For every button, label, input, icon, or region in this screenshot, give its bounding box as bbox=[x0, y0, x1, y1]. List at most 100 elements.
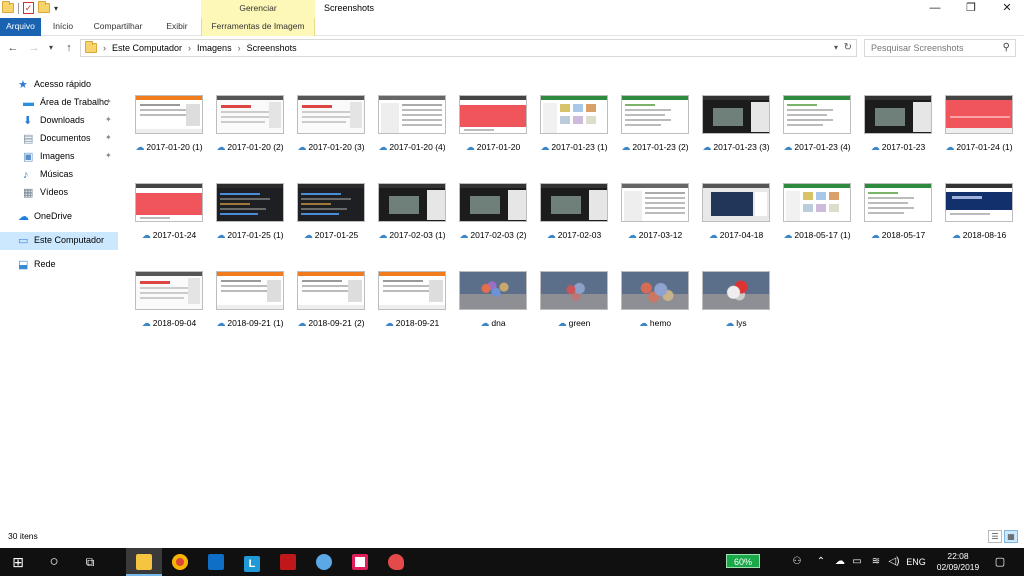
file-thumbnail bbox=[945, 95, 1013, 134]
breadcrumb-este-computador[interactable]: Este Computador bbox=[112, 43, 182, 53]
store-taskbar-button[interactable] bbox=[198, 548, 234, 576]
file-item[interactable]: ☁ 2017-02-03 bbox=[535, 183, 613, 245]
cloud-sync-icon: ☁ bbox=[216, 142, 226, 152]
search-input[interactable]: Pesquisar Screenshots ⚲ bbox=[864, 39, 1016, 57]
file-item[interactable]: ☁ 2017-01-25 bbox=[292, 183, 370, 245]
sidebar-item-label: OneDrive bbox=[34, 211, 73, 221]
file-item[interactable]: ☁ 2018-08-16 bbox=[940, 183, 1018, 245]
battery-indicator[interactable]: 60% bbox=[726, 554, 760, 568]
slack-taskbar-button[interactable] bbox=[342, 548, 378, 576]
store-icon bbox=[208, 554, 224, 570]
cortana-button[interactable]: ○ bbox=[36, 548, 72, 576]
sidebar-item-downloads[interactable]: ⬇ Downloads ✦ bbox=[0, 112, 118, 130]
paint-taskbar-button[interactable] bbox=[378, 548, 414, 576]
file-item[interactable]: ☁ 2017-01-23 bbox=[859, 95, 937, 157]
sidebar-item-onedrive[interactable]: ☁ OneDrive bbox=[0, 208, 118, 226]
file-item[interactable]: ☁ 2017-01-20 bbox=[454, 95, 532, 157]
tab-compartilhar[interactable]: Compartilhar bbox=[86, 18, 150, 36]
file-thumbnail bbox=[702, 271, 770, 310]
file-item[interactable]: ☁ 2018-09-21 (1) bbox=[211, 271, 289, 333]
file-name: ☁ lys bbox=[691, 318, 781, 329]
sidebar-item-label: Acesso rápido bbox=[34, 79, 92, 89]
file-item[interactable]: ☁ green bbox=[535, 271, 613, 333]
close-button[interactable]: ✕ bbox=[990, 0, 1024, 18]
action-center-icon[interactable]: ▢ bbox=[990, 548, 1010, 576]
file-explorer-taskbar-button[interactable] bbox=[126, 548, 162, 576]
cloud-sync-icon: ☁ bbox=[465, 142, 475, 152]
file-item[interactable]: ☁ 2017-03-12 bbox=[616, 183, 694, 245]
up-button[interactable]: ↑ bbox=[62, 39, 76, 57]
file-item[interactable]: ☁ dna bbox=[454, 271, 532, 333]
recent-locations-button[interactable]: ▾ bbox=[44, 39, 58, 57]
chrome-taskbar-button[interactable] bbox=[162, 548, 198, 576]
file-item[interactable]: ☁ 2017-01-20 (1) bbox=[130, 95, 208, 157]
file-name-text: green bbox=[568, 318, 591, 328]
sidebar-item-acesso-rápido[interactable]: ★ Acesso rápido bbox=[0, 76, 118, 94]
wifi-icon[interactable]: ≋ bbox=[868, 548, 884, 576]
file-item[interactable]: ☁ 2018-05-17 bbox=[859, 183, 937, 245]
file-item[interactable]: ☁ 2017-01-23 (4) bbox=[778, 95, 856, 157]
file-name-text: 2018-09-21 (2) bbox=[308, 318, 365, 328]
show-hidden-icons-chevron-icon[interactable]: ⌃ bbox=[814, 548, 828, 576]
sidebar-item-rede[interactable]: ⬓ Rede bbox=[0, 256, 118, 274]
file-item[interactable]: ☁ 2017-01-24 (1) bbox=[940, 95, 1018, 157]
file-thumbnail bbox=[783, 183, 851, 222]
breadcrumb-imagens[interactable]: Imagens bbox=[197, 43, 232, 53]
maximize-button[interactable]: ❐ bbox=[954, 0, 988, 18]
forward-button[interactable]: → bbox=[27, 39, 41, 57]
customize-toolbar-icon[interactable]: ▾ bbox=[54, 4, 58, 13]
language-indicator[interactable]: ENG bbox=[904, 548, 928, 576]
file-item[interactable]: ☁ 2018-05-17 (1) bbox=[778, 183, 856, 245]
file-item[interactable]: ☁ 2018-09-21 (2) bbox=[292, 271, 370, 333]
power-tray-icon[interactable]: ▭ bbox=[850, 548, 864, 576]
file-item[interactable]: ☁ 2017-01-20 (4) bbox=[373, 95, 451, 157]
large-icons-view-button[interactable]: ▦ bbox=[1004, 530, 1018, 543]
refresh-icon[interactable]: ↻ bbox=[844, 40, 852, 56]
file-item[interactable]: ☁ 2017-01-24 bbox=[130, 183, 208, 245]
file-item[interactable]: ☁ 2017-01-23 (1) bbox=[535, 95, 613, 157]
file-item[interactable]: ☁ 2017-02-03 (2) bbox=[454, 183, 532, 245]
onedrive-tray-icon[interactable]: ☁ bbox=[832, 548, 848, 576]
l-app-taskbar-button[interactable]: L bbox=[234, 548, 270, 576]
app-taskbar-button[interactable] bbox=[306, 548, 342, 576]
sidebar-item-imagens[interactable]: ▣ Imagens ✦ bbox=[0, 148, 118, 166]
file-item[interactable]: ☁ 2017-01-23 (3) bbox=[697, 95, 775, 157]
file-item[interactable]: ☁ 2017-01-25 (1) bbox=[211, 183, 289, 245]
properties-icon[interactable]: ✓ bbox=[23, 2, 34, 14]
volume-icon[interactable]: ◁) bbox=[886, 548, 902, 576]
file-item[interactable]: ☁ lys bbox=[697, 271, 775, 333]
sidebar-item-documentos[interactable]: ▤ Documentos ✦ bbox=[0, 130, 118, 148]
sidebar-item-este-computador[interactable]: ▭ Este Computador bbox=[0, 232, 118, 250]
address-bar[interactable]: › Este Computador › Imagens › Screenshot… bbox=[80, 39, 857, 57]
file-item[interactable]: ☁ 2017-04-18 bbox=[697, 183, 775, 245]
clock[interactable]: 22:08 02/09/2019 bbox=[932, 551, 984, 573]
file-item[interactable]: ☁ 2018-09-04 bbox=[130, 271, 208, 333]
back-button[interactable]: ← bbox=[6, 39, 20, 57]
people-icon[interactable]: ⚇ bbox=[788, 548, 806, 576]
file-item[interactable]: ☁ 2017-01-20 (2) bbox=[211, 95, 289, 157]
sidebar-item-área-de-trabalhc[interactable]: ▬ Área de Trabalhc ✦ bbox=[0, 94, 118, 112]
mcafee-taskbar-button[interactable] bbox=[270, 548, 306, 576]
details-view-button[interactable]: ☰ bbox=[988, 530, 1002, 543]
sidebar-item-vídeos[interactable]: ▦ Vídeos bbox=[0, 184, 118, 202]
new-folder-icon[interactable] bbox=[38, 1, 50, 13]
cloud-sync-icon: ☁ bbox=[627, 230, 637, 240]
file-item[interactable]: ☁ hemo bbox=[616, 271, 694, 333]
sidebar-item-músicas[interactable]: ♪ Músicas bbox=[0, 166, 118, 184]
breadcrumb-screenshots[interactable]: Screenshots bbox=[247, 43, 297, 53]
address-history-chevron-icon[interactable]: ▾ bbox=[834, 40, 838, 56]
minimize-button[interactable]: — bbox=[918, 0, 952, 18]
tab-inicio[interactable]: Início bbox=[45, 18, 81, 36]
start-button[interactable]: ⊞ bbox=[0, 548, 36, 576]
folder-icon[interactable] bbox=[2, 1, 14, 13]
file-name: ☁ 2017-03-12 bbox=[610, 230, 700, 241]
cloud-sync-icon: ☁ bbox=[297, 318, 307, 328]
task-view-button[interactable]: ⧉ bbox=[72, 548, 108, 576]
tab-exibir[interactable]: Exibir bbox=[158, 18, 196, 36]
tab-arquivo[interactable]: Arquivo bbox=[0, 18, 41, 36]
file-item[interactable]: ☁ 2017-01-23 (2) bbox=[616, 95, 694, 157]
file-item[interactable]: ☁ 2018-09-21 bbox=[373, 271, 451, 333]
tab-ferramentas-de-imagem[interactable]: Ferramentas de Imagem bbox=[201, 18, 315, 36]
file-item[interactable]: ☁ 2017-01-20 (3) bbox=[292, 95, 370, 157]
file-item[interactable]: ☁ 2017-02-03 (1) bbox=[373, 183, 451, 245]
